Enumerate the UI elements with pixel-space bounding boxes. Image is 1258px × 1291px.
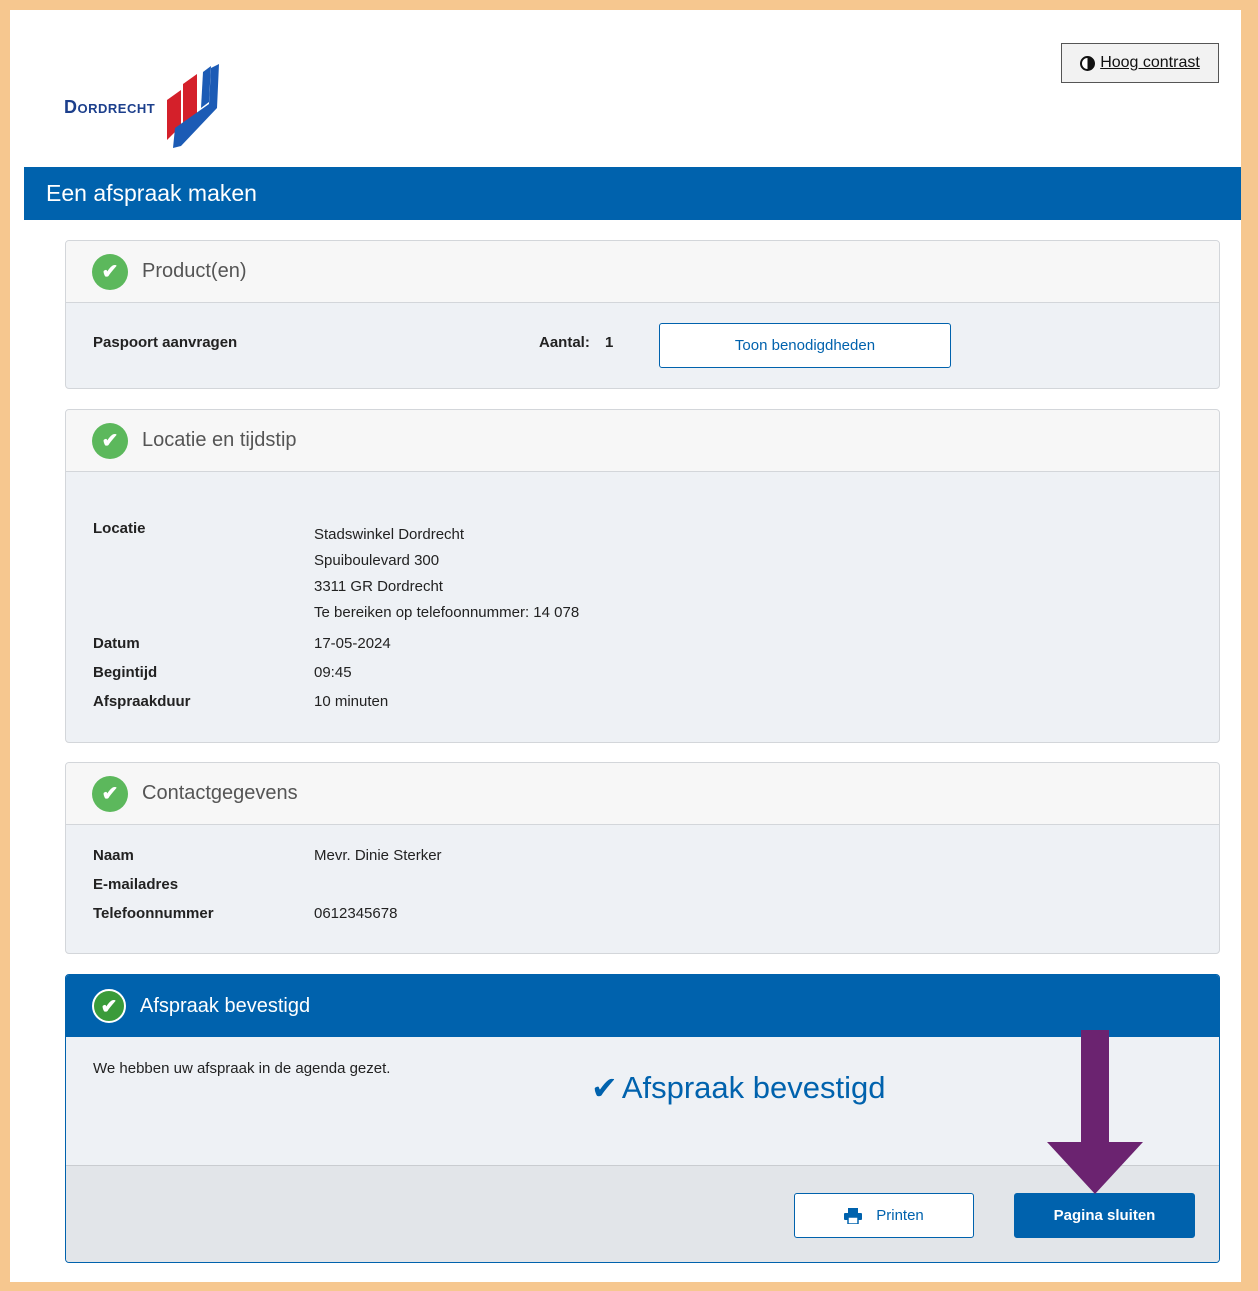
dordrecht-logo[interactable]: Dordrecht — [64, 62, 223, 152]
datum-row: Datum 17-05-2024 — [93, 635, 391, 652]
email-label: E-mailadres — [93, 876, 179, 893]
email-row: E-mailadres — [93, 876, 314, 893]
products-panel-body: Paspoort aanvragen Aantal: 1 Toon benodi… — [66, 303, 1219, 388]
check-circle-icon: ✔ — [92, 989, 126, 1023]
tel-row: Telefoonnummer 0612345678 — [93, 905, 397, 922]
duur-row: Afspraakduur 10 minuten — [93, 693, 388, 710]
page: Dordrecht Hoog contrast Een afspraak mak… — [10, 10, 1241, 1282]
address-line: Stadswinkel Dordrecht — [314, 526, 465, 543]
naam-label: Naam — [93, 847, 134, 864]
contact-panel: ✔ Contactgegevens Naam Mevr. Dinie Sterk… — [65, 762, 1220, 954]
close-page-button[interactable]: Pagina sluiten — [1014, 1193, 1195, 1238]
printer-icon — [844, 1207, 863, 1224]
header: Dordrecht Hoog contrast — [10, 10, 1241, 167]
address-line: 3311 GR Dordrecht — [314, 578, 443, 595]
logo-mark-icon — [167, 64, 220, 148]
contact-heading: Contactgegevens — [142, 782, 298, 804]
confirmed-status-text: Afspraak bevestigd — [621, 1070, 886, 1105]
confirmed-status: ✔ Afspraak bevestigd — [591, 1069, 885, 1107]
datum-label: Datum — [93, 635, 140, 652]
products-panel-header: ✔ Product(en) — [66, 241, 1219, 303]
tel-label: Telefoonnummer — [93, 905, 214, 922]
check-circle-icon: ✔ — [92, 422, 128, 459]
contact-panel-header: ✔ Contactgegevens — [66, 763, 1219, 825]
location-panel-body: Locatie Stadswinkel Dordrecht Spuiboulev… — [66, 472, 1219, 742]
naam-row: Naam Mevr. Dinie Sterker — [93, 847, 442, 864]
check-circle-icon: ✔ — [92, 775, 128, 812]
high-contrast-label: Hoog contrast — [1100, 54, 1200, 71]
locatie-label: Locatie — [93, 520, 146, 537]
aantal-value: 1 — [605, 334, 614, 351]
tel-value: 0612345678 — [314, 905, 398, 922]
location-panel-header: ✔ Locatie en tijdstip — [66, 410, 1219, 472]
naam-value: Mevr. Dinie Sterker — [314, 847, 442, 864]
contrast-icon — [1080, 55, 1096, 71]
aantal-label: Aantal: — [539, 334, 590, 351]
products-panel: ✔ Product(en) Paspoort aanvragen Aantal:… — [65, 240, 1220, 389]
address-block: Stadswinkel Dordrecht Spuiboulevard 300 … — [314, 522, 579, 626]
arrow-down-icon — [1047, 1030, 1143, 1194]
begintijd-label: Begintijd — [93, 664, 158, 681]
print-label: Printen — [876, 1207, 924, 1224]
location-heading: Locatie en tijdstip — [142, 429, 297, 451]
location-panel: ✔ Locatie en tijdstip Locatie Stadswinke… — [65, 409, 1220, 743]
products-heading: Product(en) — [142, 260, 247, 282]
product-name: Paspoort aanvragen — [93, 334, 238, 351]
checkmark-icon: ✔ — [591, 1070, 618, 1106]
confirmation-message: We hebben uw afspraak in de agenda gezet… — [93, 1060, 391, 1077]
duur-value: 10 minuten — [314, 693, 389, 710]
address-line: Spuiboulevard 300 — [314, 552, 440, 569]
show-requirements-button[interactable]: Toon benodigdheden — [659, 323, 951, 368]
confirmation-panel-header: ✔ Afspraak bevestigd — [66, 975, 1219, 1037]
datum-value: 17-05-2024 — [314, 635, 391, 652]
print-button[interactable]: Printen — [794, 1193, 974, 1238]
confirmation-heading: Afspraak bevestigd — [140, 994, 311, 1017]
logo-text: Dordrecht — [64, 96, 156, 117]
begintijd-value: 09:45 — [314, 664, 352, 681]
duur-label: Afspraakduur — [93, 693, 191, 710]
page-title: Een afspraak maken — [24, 167, 1241, 220]
begintijd-row: Begintijd 09:45 — [93, 664, 352, 681]
high-contrast-button[interactable]: Hoog contrast — [1061, 43, 1219, 83]
check-circle-icon: ✔ — [92, 253, 128, 290]
address-line: Te bereiken op telefoonnummer: 14 078 — [314, 604, 580, 621]
contact-panel-body: Naam Mevr. Dinie Sterker E-mailadres Tel… — [66, 825, 1219, 953]
